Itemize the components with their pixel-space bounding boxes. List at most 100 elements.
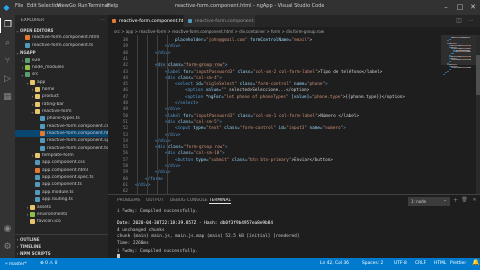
- file-item[interactable]: app.component.html: [15, 167, 108, 174]
- panel-tab-output[interactable]: OUTPUT: [146, 198, 164, 203]
- menu-go[interactable]: Go: [69, 3, 76, 9]
- folder-item[interactable]: › node_modules: [15, 64, 108, 71]
- folder-item[interactable]: › rating-bar: [15, 101, 108, 108]
- source-control-icon[interactable]: ⑂: [0, 54, 15, 69]
- folder-item[interactable]: ⌄ src: [15, 71, 108, 78]
- folder-item[interactable]: › template-form: [15, 152, 108, 159]
- menu-file[interactable]: File: [15, 3, 23, 9]
- minimap-segment: [460, 56, 470, 58]
- code-line[interactable]: </select>: [175, 101, 198, 106]
- indentation[interactable]: Spaces: 2: [362, 261, 383, 266]
- code-line[interactable]: <input type="text" class="form-control" …: [175, 126, 346, 131]
- close-panel-icon[interactable]: ✕: [471, 197, 478, 204]
- folder-item[interactable]: › product: [15, 93, 108, 100]
- extensions-icon[interactable]: ▦: [0, 90, 15, 105]
- minimap-segment: [447, 40, 450, 42]
- editor-scrollbar[interactable]: [476, 35, 480, 194]
- branch-indicator[interactable]: ⑂ master*: [5, 261, 27, 267]
- code-line[interactable]: <div class="form-group row">: [155, 63, 228, 69]
- language-mode[interactable]: HTML: [434, 261, 446, 266]
- menu-help[interactable]: Help: [107, 3, 118, 9]
- code-line[interactable]: <div class="col-sm-4">: [165, 76, 222, 81]
- file-item[interactable]: reactive-form.component.ts: [15, 42, 108, 49]
- code-token: class=: [234, 113, 253, 119]
- run-icon[interactable]: ▷: [0, 72, 15, 87]
- minimap-segment: [469, 45, 471, 46]
- file-item[interactable]: reactive-form.component.ts: [15, 145, 108, 152]
- minimap-segment: [466, 67, 471, 69]
- file-item[interactable]: reactive-form.component.html: [15, 34, 108, 41]
- item-label: app.component.spec.ts: [42, 175, 94, 181]
- terminal-selector[interactable]: 1: node ⌄: [408, 197, 450, 206]
- manage-gear-icon[interactable]: ⚙: [0, 240, 15, 255]
- code-line[interactable]: <option *ngFor="let phone of phoneTypes"…: [185, 95, 405, 100]
- folder-icon: [25, 64, 30, 70]
- trash-icon[interactable]: 🗑: [461, 197, 468, 204]
- split-editor-icon[interactable]: ◫: [455, 17, 463, 25]
- tab-ts[interactable]: reactive-form.component.ts: [184, 15, 256, 27]
- breadcrumb-path[interactable]: src > app > reactive-form > reactive-for…: [114, 29, 324, 34]
- code-line[interactable]: <label for="inputPassword3" class="col-s…: [165, 70, 382, 75]
- line-number: 52: [122, 126, 128, 132]
- menu-edit[interactable]: Edit: [27, 3, 37, 9]
- file-item[interactable]: app.component.ts: [15, 181, 108, 188]
- code-line[interactable]: placeholder="john@gmail.com" formControl…: [175, 38, 312, 43]
- folder-item[interactable]: › e2e: [15, 57, 108, 64]
- search-icon[interactable]: ⌕: [0, 36, 15, 51]
- notifications-bell-icon[interactable]: 🔔: [472, 260, 479, 266]
- code-line[interactable]: <div class="col-sm-10">: [165, 151, 225, 156]
- menu-run[interactable]: Run: [78, 3, 88, 9]
- code-token: <option: [185, 88, 206, 94]
- account-icon[interactable]: ◉: [0, 222, 15, 237]
- code-line[interactable]: <button type="submit" class="btn btn-pri…: [175, 158, 333, 163]
- file-item[interactable]: phone-types.ts: [15, 115, 108, 122]
- add-terminal-icon[interactable]: +: [452, 197, 459, 204]
- code-token: "email": [291, 38, 310, 43]
- code-line[interactable]: <option value="" selected>Seleccione...<…: [185, 88, 309, 93]
- code-line[interactable]: <div class="col-sm-5">: [165, 120, 222, 125]
- minimize-icon[interactable]: –: [440, 0, 452, 15]
- encoding[interactable]: UTF-8: [394, 261, 407, 266]
- scrollbar-thumb[interactable]: [476, 55, 480, 95]
- file-item[interactable]: favicon.ico: [15, 218, 108, 225]
- code-line[interactable]: <div class="form-group row">: [155, 145, 227, 150]
- line-ending[interactable]: CRLF: [415, 261, 426, 266]
- file-item[interactable]: app.module.ts: [15, 189, 108, 196]
- folder-item[interactable]: › assets: [15, 204, 108, 211]
- file-item[interactable]: reactive-form.component.spec.ts: [15, 137, 108, 144]
- panel-tab-terminal[interactable]: TERMINAL: [209, 198, 231, 204]
- explorer-section[interactable]: ⌄ NGAPP: [15, 49, 108, 56]
- file-item[interactable]: reactive-form.component.css: [15, 123, 108, 130]
- maximize-icon[interactable]: □: [454, 0, 466, 15]
- code-line[interactable]: <label for="inputPassword3" class="col-s…: [165, 114, 359, 119]
- folder-item[interactable]: ⌄ reactive-form: [15, 108, 108, 115]
- explorer-section[interactable]: ⌄ OPEN EDITORS: [15, 27, 108, 34]
- more-actions-icon[interactable]: ···: [99, 17, 106, 24]
- minimap[interactable]: [441, 35, 477, 194]
- formatter[interactable]: Prettier: [450, 261, 466, 266]
- close-icon[interactable]: ✕: [467, 0, 479, 15]
- menu-view[interactable]: View: [57, 3, 69, 9]
- menu-terminal[interactable]: Terminal: [88, 3, 109, 9]
- timeline-section[interactable]: › TIMELINE: [15, 243, 108, 250]
- panel-tab-debug-console[interactable]: DEBUG CONSOLE: [170, 198, 208, 203]
- folder-item[interactable]: › home: [15, 86, 108, 93]
- tab-html[interactable]: reactive-form.component.html✕: [108, 15, 184, 27]
- npm-scripts-section[interactable]: › NPM SCRIPTS: [15, 250, 108, 257]
- file-item[interactable]: app.component.css: [15, 159, 108, 166]
- folder-item[interactable]: ⌄ app: [15, 79, 108, 86]
- panel-tab-problems[interactable]: PROBLEMS: [117, 198, 140, 203]
- folder-icon: [35, 153, 40, 159]
- more-actions-icon[interactable]: ···: [467, 17, 475, 25]
- files-icon[interactable]: ❐: [0, 18, 15, 33]
- cursor-position[interactable]: Ln 42, Col 36: [320, 261, 349, 266]
- code-editor[interactable]: 38 placeholder="john@gmail.com" formContr…: [108, 35, 480, 194]
- file-item[interactable]: app.routing.ts: [15, 196, 108, 203]
- outline-section[interactable]: › OUTLINE: [15, 236, 108, 243]
- code-line[interactable]: <select id="sigleSelect" class="form-con…: [175, 82, 328, 87]
- file-item[interactable]: app.component.spec.ts: [15, 174, 108, 181]
- item-label: app.component.css: [42, 160, 85, 166]
- file-item[interactable]: reactive-form.component.html: [15, 130, 108, 137]
- problems-indicator[interactable]: ⊗ 0 ⚠ 0: [40, 261, 57, 266]
- folder-item[interactable]: › environments: [15, 211, 108, 218]
